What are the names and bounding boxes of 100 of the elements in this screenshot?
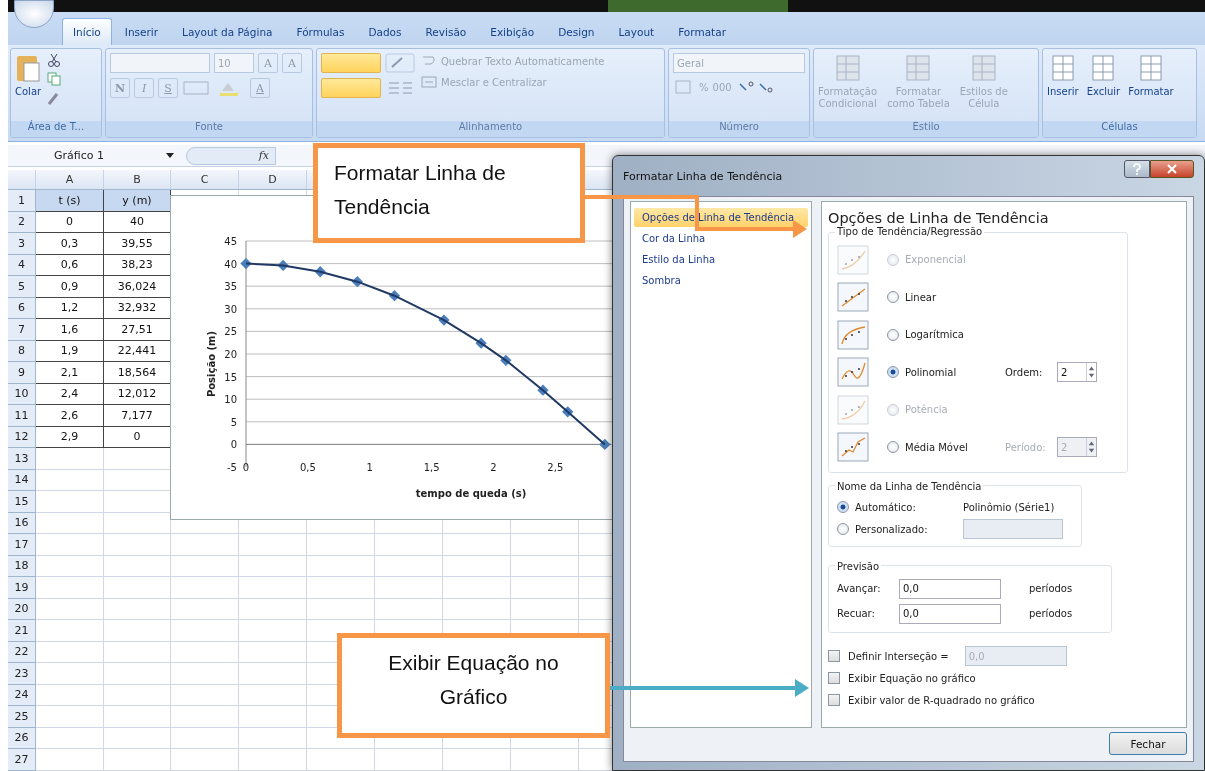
axis-tick-label: 35: [224, 281, 237, 293]
group-label: Células: [1043, 121, 1196, 137]
axis-title: tempo de queda (s): [415, 488, 527, 499]
axis-tick-label: 2,5: [547, 462, 564, 473]
axis-tick-label: 2: [490, 462, 497, 473]
row-header: 7: [8, 319, 36, 341]
table-cell: 1,9: [36, 340, 104, 362]
row-header: 18: [8, 555, 36, 577]
ribbon-tab[interactable]: Exibição: [479, 18, 546, 45]
table-cell: 0,9: [36, 276, 104, 298]
row-header: 27: [8, 749, 36, 771]
name-box[interactable]: Gráfico 1: [28, 146, 178, 165]
option-label: Personalizado:: [855, 523, 929, 535]
option-label: Linear: [905, 291, 938, 303]
unit-label: períodos: [1029, 583, 1073, 594]
column-header: C: [171, 170, 239, 189]
close-dialog-button[interactable]: Fechar: [1109, 732, 1187, 755]
nav-item[interactable]: Cor da Linha: [634, 229, 808, 248]
ribbon-tab[interactable]: Design: [547, 18, 606, 45]
ribbon-tab[interactable]: Inserir: [113, 18, 170, 45]
group-label: Número: [669, 121, 809, 137]
checkbox-label: Exibir Equação no gráfico: [848, 672, 976, 684]
spin-field[interactable]: 2: [1057, 362, 1097, 383]
paste-button[interactable]: Colar: [15, 53, 42, 98]
option-label: Média Móvel: [905, 441, 969, 453]
row-header: 12: [8, 426, 36, 448]
row-header: 26: [8, 727, 36, 749]
axis-tick-label: 10: [224, 394, 237, 406]
group-label: Fonte: [106, 121, 312, 137]
ribbon-tab[interactable]: Revisão: [414, 18, 478, 45]
axis-tick-label: 30: [224, 303, 237, 315]
field-label: Período:: [1005, 441, 1047, 453]
dialog-title: Formatar Linha de Tendência: [623, 169, 783, 183]
ribbon-tab[interactable]: Layout: [607, 18, 666, 45]
option-label: Logarítmica: [905, 329, 965, 341]
cells-button[interactable]: Excluir: [1086, 53, 1121, 98]
ribbon-tab[interactable]: Dados: [357, 18, 413, 45]
row-header: 9: [8, 362, 36, 384]
axis-tick-label: 20: [224, 349, 237, 360]
axis-tick-label: -5: [227, 462, 237, 473]
callout-box: Exibir Equação no Gráfico: [337, 633, 610, 738]
table-cell: 0: [36, 211, 104, 233]
axis-tick-label: 45: [224, 236, 237, 247]
row-header: 25: [8, 706, 36, 728]
table-cell: 0,6: [36, 254, 104, 276]
option-label: Polinomial: [905, 366, 958, 378]
nav-item[interactable]: Opções de Linha de Tendência: [634, 208, 808, 227]
row-header: 5: [8, 276, 36, 298]
row-header: 3: [8, 233, 36, 255]
row-header: 20: [8, 598, 36, 620]
group-label: Estilo: [814, 121, 1038, 137]
table-cell: 2,1: [36, 362, 104, 384]
ribbon-tab[interactable]: Início: [62, 18, 112, 45]
axis-tick-label: 25: [224, 326, 237, 338]
trendline-name: Polinômio (Série1): [963, 501, 1055, 513]
row-header: 1: [8, 190, 36, 212]
row-header: 4: [8, 254, 36, 276]
group-label: Área de T...: [11, 121, 101, 137]
ribbon-tab[interactable]: Fórmulas: [285, 18, 356, 45]
field-label: Recuar:: [837, 608, 876, 619]
row-header: 21: [8, 620, 36, 642]
group-legend: Previsão: [835, 561, 882, 572]
option-label: Potência: [905, 404, 949, 416]
row-header: 16: [8, 512, 36, 534]
row-header: 6: [8, 297, 36, 319]
checkbox-label: Definir Interseção =: [848, 650, 949, 662]
row-header: 22: [8, 641, 36, 663]
input-field[interactable]: 0,0: [899, 578, 1001, 599]
nav-item[interactable]: Sombra: [634, 271, 808, 290]
cells-button[interactable]: Formatar: [1128, 53, 1174, 98]
axis-tick-label: 1: [366, 462, 373, 473]
input-field[interactable]: 0,0: [899, 603, 1001, 624]
nav-item[interactable]: Estilo da Linha: [634, 250, 808, 269]
row-header: 24: [8, 684, 36, 706]
field-label: Ordem:: [1005, 366, 1044, 378]
table-cell: 1,6: [36, 319, 104, 341]
option-label: Automático:: [855, 501, 917, 513]
row-header: 8: [8, 340, 36, 362]
table-cell: 1,2: [36, 297, 104, 319]
row-header: 17: [8, 534, 36, 556]
row-header: 23: [8, 663, 36, 685]
row-header: 15: [8, 491, 36, 513]
axis-tick-label: 1,5: [423, 462, 440, 473]
table-cell: 2,6: [36, 405, 104, 427]
ribbon-tab[interactable]: Formatar: [667, 18, 737, 45]
axis-tick-label: 0,5: [299, 462, 316, 473]
cells-button[interactable]: Inserir: [1047, 53, 1079, 98]
axis-tick-label: 0: [242, 462, 250, 473]
row-header: 13: [8, 448, 36, 470]
ribbon-tab[interactable]: Layout da Página: [171, 18, 284, 45]
table-cell: t (s): [36, 190, 104, 212]
checkbox-label: Exibir valor de R-quadrado no gráfico: [848, 694, 1035, 706]
axis-tick-label: 0: [230, 439, 237, 451]
table-cell: 2,4: [36, 383, 104, 405]
row-header: 19: [8, 577, 36, 599]
insert-function-button[interactable]: fx: [186, 146, 276, 165]
axis-title: Posição (m): [206, 330, 217, 398]
field-label: Avançar:: [837, 583, 882, 594]
column-header: A: [36, 170, 104, 189]
option-label: Exponencial: [905, 254, 967, 266]
